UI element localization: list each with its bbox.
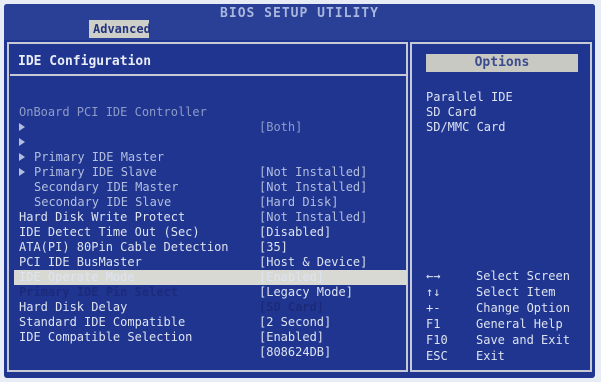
setting-row-ide-operate-mode[interactable]: IDE Operate Mode [Legacy Mode] <box>19 255 409 299</box>
help-desc: Select Item <box>476 285 556 299</box>
help-desc: Save and Exit <box>476 333 570 347</box>
setting-row-pci-ide-busmaster[interactable]: PCI IDE BusMaster [Enabled] <box>19 240 409 284</box>
setting-row-primary-ide-master[interactable]: Primary IDE Master [Not Installed] <box>19 120 409 179</box>
help-desc: General Help <box>476 317 563 331</box>
key-esc: ESC <box>426 349 448 363</box>
help-desc: Exit <box>476 349 505 363</box>
key-f1: F1 <box>426 317 441 331</box>
option-sd-card[interactable]: SD Card <box>426 105 477 120</box>
help-save-exit: F10 Save and Exit <box>426 332 595 348</box>
help-select-item: ↑↓ Select Item <box>426 284 595 300</box>
key-up-down-icon: ↑↓ <box>426 285 441 299</box>
setting-row-onboard-pci-ide[interactable]: OnBoard PCI IDE Controller [Both] <box>19 90 409 134</box>
setting-row-cable-detection[interactable]: ATA(PI) 80Pin Cable Detection [Host & De… <box>19 225 409 269</box>
help-desc: Change Option <box>476 301 570 315</box>
setting-row-ide-detect-timeout[interactable]: IDE Detect Time Out (Sec) [35] <box>19 210 409 254</box>
setting-row-ide-compatible-selection[interactable]: IDE Compatible Selection [808624DB] <box>19 315 409 359</box>
option-parallel-ide[interactable]: Parallel IDE <box>426 90 513 105</box>
submenu-arrow-icon <box>19 153 25 161</box>
title-bar: BIOS SETUP UTILITY Advanced <box>4 4 595 40</box>
setting-row-primary-ide-slave[interactable]: Primary IDE Slave [Not Installed] <box>19 135 409 194</box>
setting-value: [Not Installed] <box>259 180 368 194</box>
help-change-option: +- Change Option <box>426 300 595 316</box>
submenu-arrow-icon <box>19 123 25 131</box>
setting-label: Secondary IDE Master <box>34 180 179 194</box>
setting-row-primary-ide-pin-select[interactable]: Primary IDE Pin Select [SD Card] <box>19 270 409 314</box>
setting-row-standard-ide-compatible[interactable]: Standard IDE Compatible [Enabled] <box>19 300 409 344</box>
help-exit: ESC Exit <box>426 348 595 364</box>
setting-value: [808624DB] <box>259 345 332 359</box>
key-f10: F10 <box>426 333 448 347</box>
submenu-arrow-icon <box>19 168 25 176</box>
section-title: IDE Configuration <box>18 54 152 69</box>
options-header: Options <box>426 54 578 72</box>
help-select-screen: ←→ Select Screen <box>426 268 595 284</box>
setting-row-secondary-ide-master[interactable]: Secondary IDE Master [Hard Disk] <box>19 150 409 209</box>
help-desc: Select Screen <box>476 269 570 283</box>
setting-row-hdd-write-protect[interactable]: Hard Disk Write Protect [Disabled] <box>19 195 409 239</box>
setting-row-hard-disk-delay[interactable]: Hard Disk Delay [2 Second] <box>19 285 409 329</box>
setting-label: IDE Compatible Selection <box>19 330 193 344</box>
window-title: BIOS SETUP UTILITY <box>220 6 379 21</box>
option-sd-mmc-card[interactable]: SD/MMC Card <box>426 120 505 135</box>
setting-label: OnBoard PCI IDE Controller <box>19 105 207 119</box>
submenu-arrow-icon <box>19 138 25 146</box>
help-general-help: F1 General Help <box>426 316 595 332</box>
title-divider <box>10 74 406 76</box>
tab-advanced[interactable]: Advanced <box>89 20 151 38</box>
bios-screen: BIOS SETUP UTILITY Advanced IDE Configur… <box>4 4 595 378</box>
key-left-right-icon: ←→ <box>426 269 441 283</box>
setting-row-secondary-ide-slave[interactable]: Secondary IDE Slave [Not Installed] <box>19 165 409 224</box>
key-plus-minus: +- <box>426 301 441 315</box>
setting-value: [Enabled] <box>259 330 325 344</box>
